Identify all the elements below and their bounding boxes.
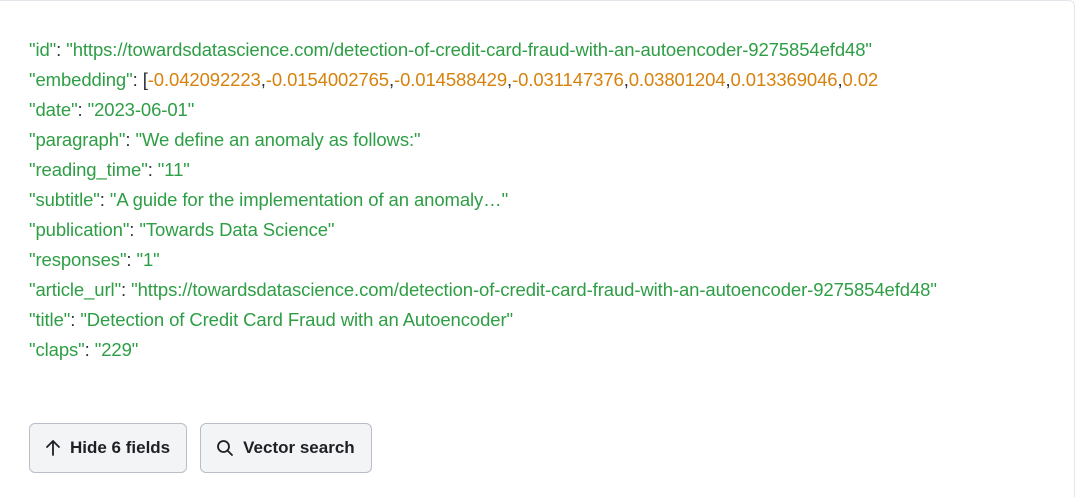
search-icon bbox=[216, 439, 234, 457]
field-row-responses: "responses": "1" bbox=[29, 249, 160, 270]
embedding-value: 0.013369046 bbox=[730, 69, 838, 90]
embedding-value: -0.031147376 bbox=[512, 69, 624, 90]
field-value: "Towards Data Science" bbox=[139, 219, 335, 240]
field-row-date: "date": "2023-06-01" bbox=[29, 99, 195, 120]
field-key: "subtitle" bbox=[29, 189, 100, 210]
field-row-claps: "claps": "229" bbox=[29, 339, 139, 360]
field-row-publication: "publication": "Towards Data Science" bbox=[29, 219, 335, 240]
field-key: "embedding" bbox=[29, 69, 133, 90]
arrow-up-icon bbox=[45, 439, 61, 457]
field-key: "title" bbox=[29, 309, 71, 330]
field-key: "paragraph" bbox=[29, 129, 126, 150]
document-card: "id": "https://towardsdatascience.com/de… bbox=[0, 0, 1075, 497]
field-value: "https://towardsdatascience.com/detectio… bbox=[131, 279, 937, 300]
field-key: "responses" bbox=[29, 249, 127, 270]
embedding-value: -0.042092223 bbox=[147, 69, 261, 90]
vector-search-button[interactable]: Vector search bbox=[200, 423, 372, 473]
field-value: "1" bbox=[136, 249, 160, 270]
embedding-value: -0.014588429 bbox=[394, 69, 508, 90]
field-row-article-url: "article_url": "https://towardsdatascien… bbox=[29, 279, 937, 300]
field-key: "date" bbox=[29, 99, 78, 120]
field-row-id: "id": "https://towardsdatascience.com/de… bbox=[29, 39, 872, 60]
field-value: "2023-06-01" bbox=[87, 99, 195, 120]
field-row-subtitle: "subtitle": "A guide for the implementat… bbox=[29, 189, 509, 210]
field-key: "article_url" bbox=[29, 279, 122, 300]
action-buttons: Hide 6 fields Vector search bbox=[29, 423, 372, 473]
hide-fields-label: Hide 6 fields bbox=[70, 438, 171, 457]
field-value: "Detection of Credit Card Fraud with an … bbox=[80, 309, 513, 330]
field-key: "id" bbox=[29, 39, 57, 60]
field-value: "https://towardsdatascience.com/detectio… bbox=[66, 39, 872, 60]
field-row-paragraph: "paragraph": "We define an anomaly as fo… bbox=[29, 129, 421, 150]
field-value: "229" bbox=[94, 339, 139, 360]
field-key: "claps" bbox=[29, 339, 85, 360]
field-row-title: "title": "Detection of Credit Card Fraud… bbox=[29, 309, 513, 330]
embedding-value: -0.0154002765 bbox=[265, 69, 389, 90]
embedding-value: 0.02 bbox=[842, 69, 879, 90]
field-value: "11" bbox=[157, 159, 190, 180]
field-value: "A guide for the implementation of an an… bbox=[109, 189, 509, 210]
document-fields: "id": "https://towardsdatascience.com/de… bbox=[29, 35, 1060, 365]
field-key: "publication" bbox=[29, 219, 130, 240]
field-value: "We define an anomaly as follows:" bbox=[135, 129, 421, 150]
field-key: "reading_time" bbox=[29, 159, 148, 180]
field-row-embedding: "embedding": [-0.042092223,-0.0154002765… bbox=[29, 69, 879, 90]
embedding-value: 0.03801204 bbox=[628, 69, 726, 90]
vector-search-label: Vector search bbox=[243, 438, 355, 457]
hide-fields-button[interactable]: Hide 6 fields bbox=[29, 423, 188, 473]
field-row-reading-time: "reading_time": "11" bbox=[29, 159, 190, 180]
